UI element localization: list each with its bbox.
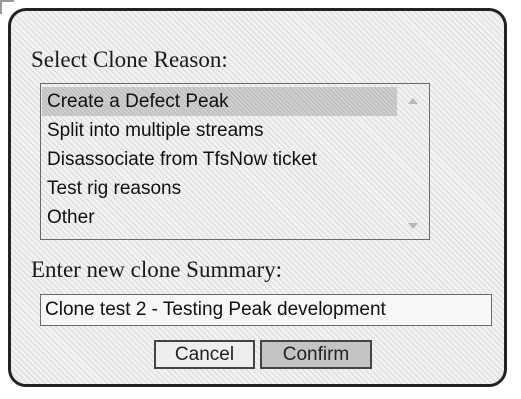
window-corner-fragment bbox=[0, 0, 14, 14]
clone-reason-listbox[interactable]: Create a Defect Peak Split into multiple… bbox=[40, 83, 430, 240]
reason-option-disassociate-tfsnow[interactable]: Disassociate from TfsNow ticket bbox=[42, 145, 397, 174]
listbox-scrollbar[interactable] bbox=[399, 84, 429, 239]
reason-option-create-defect-peak[interactable]: Create a Defect Peak bbox=[42, 87, 397, 116]
reason-option-split-streams[interactable]: Split into multiple streams bbox=[42, 116, 397, 145]
confirm-button[interactable]: Confirm bbox=[260, 340, 372, 369]
cancel-button[interactable]: Cancel bbox=[154, 340, 255, 369]
clone-summary-input[interactable] bbox=[40, 294, 492, 326]
clone-reason-label: Select Clone Reason: bbox=[31, 47, 228, 72]
reason-option-test-rig[interactable]: Test rig reasons bbox=[42, 174, 397, 203]
chevron-up-icon[interactable] bbox=[408, 98, 418, 104]
clone-summary-label: Enter new clone Summary: bbox=[31, 257, 283, 282]
chevron-down-icon[interactable] bbox=[408, 223, 418, 229]
reason-option-other[interactable]: Other bbox=[42, 203, 397, 232]
